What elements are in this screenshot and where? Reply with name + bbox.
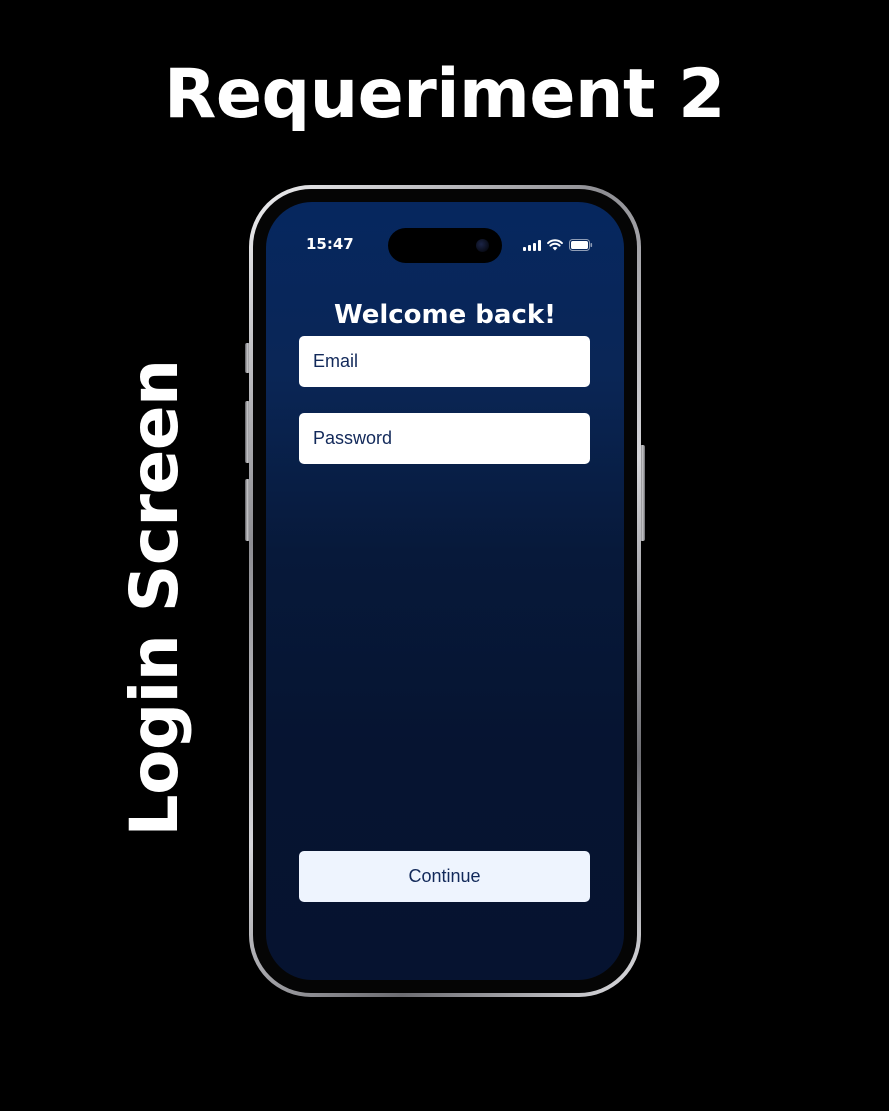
signal-icon xyxy=(523,240,541,251)
password-field[interactable] xyxy=(299,413,590,464)
wifi-icon xyxy=(547,239,563,251)
phone-frame: 15:47 Welcome back! Email Continue xyxy=(249,185,641,997)
phone-screen: 15:47 Welcome back! Email Continue xyxy=(266,202,624,980)
front-camera-icon xyxy=(476,239,489,252)
phone-bezel: 15:47 Welcome back! Email Continue xyxy=(253,189,637,993)
status-icons xyxy=(523,237,593,251)
side-label: Login Screen xyxy=(116,359,193,837)
page-title: Requeriment 2 xyxy=(164,55,725,134)
status-time: 15:47 xyxy=(306,235,354,253)
email-field[interactable] xyxy=(299,336,590,387)
continue-button[interactable]: Continue xyxy=(299,851,590,902)
welcome-title: Welcome back! xyxy=(333,300,557,330)
dynamic-island xyxy=(388,228,502,263)
battery-icon xyxy=(569,239,593,251)
